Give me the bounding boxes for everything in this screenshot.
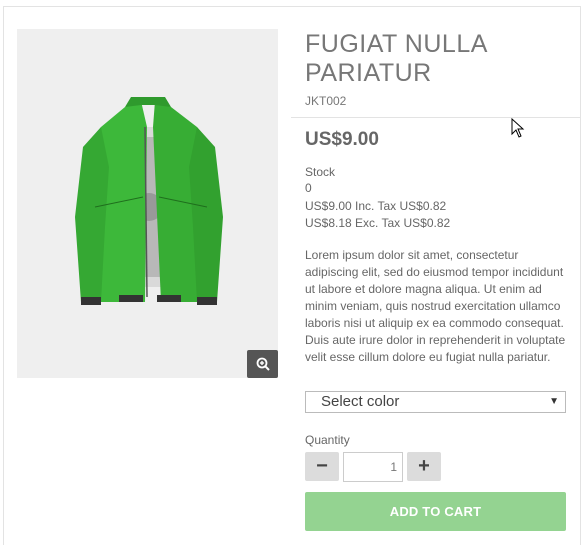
price-inc-tax: US$9.00 Inc. Tax US$0.82 xyxy=(305,199,447,213)
stock-value: 0 xyxy=(305,181,312,195)
product-image xyxy=(75,97,223,305)
stock-label: Stock xyxy=(305,165,336,179)
product-title: FUGIAT NULLA PARIATUR xyxy=(305,30,487,87)
zoom-button[interactable] xyxy=(247,350,278,378)
quantity-increase-button[interactable]: + xyxy=(407,452,441,481)
quantity-label: Quantity xyxy=(305,433,350,447)
color-select[interactable]: Select color ▼ xyxy=(305,391,566,413)
product-sku: JKT002 xyxy=(305,94,347,108)
product-image-panel xyxy=(17,29,278,378)
product-description: Lorem ipsum dolor sit amet, consectetur … xyxy=(305,248,566,364)
product-price: US$9.00 xyxy=(305,129,379,150)
plus-icon: + xyxy=(418,455,430,477)
color-select-value: Select color xyxy=(321,393,400,410)
add-to-cart-label: ADD TO CART xyxy=(389,504,482,519)
quantity-decrease-button[interactable]: − xyxy=(305,452,339,481)
price-exc-tax: US$8.18 Exc. Tax US$0.82 xyxy=(305,216,451,230)
chevron-down-icon: ▼ xyxy=(549,396,559,407)
quantity-input[interactable]: 1 xyxy=(343,452,403,482)
mouse-cursor-icon xyxy=(511,118,525,138)
minus-icon: − xyxy=(316,455,328,477)
zoom-in-icon xyxy=(256,357,270,371)
divider xyxy=(291,117,580,118)
add-to-cart-button[interactable]: ADD TO CART xyxy=(305,492,566,531)
